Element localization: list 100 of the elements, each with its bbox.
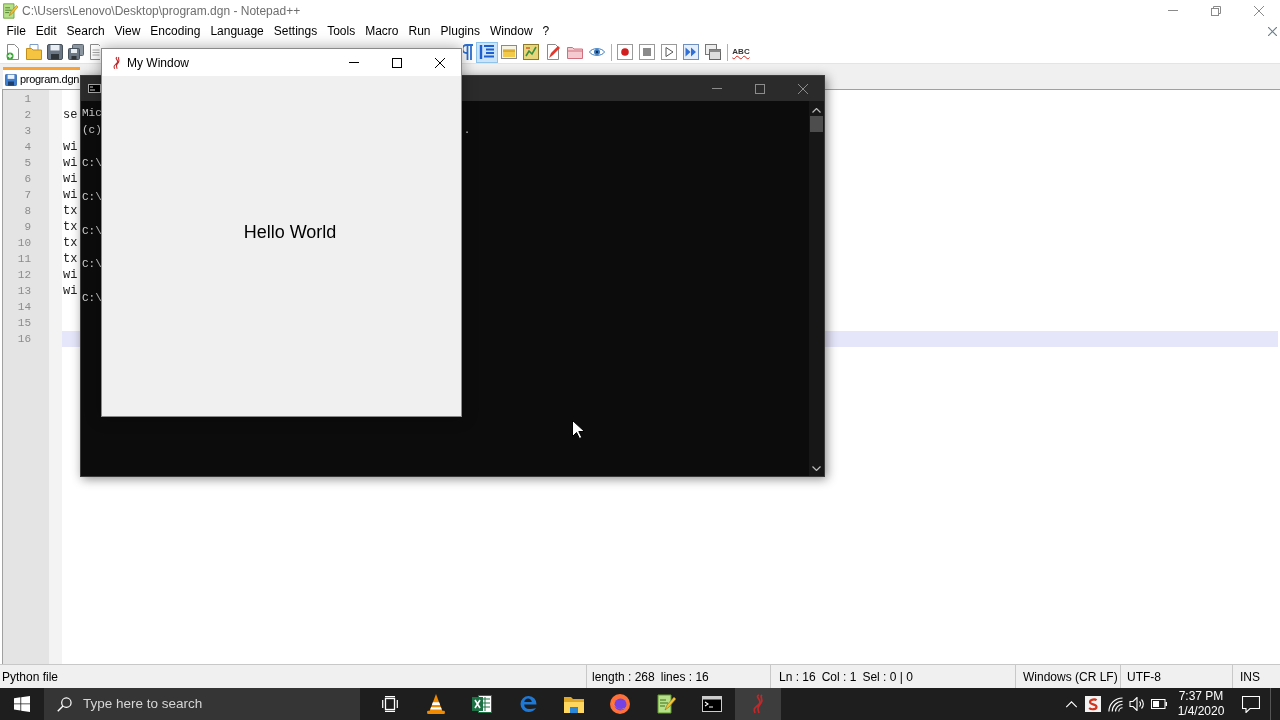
panel-icon [501,44,517,60]
menu-item[interactable]: Language [205,22,269,40]
scroll-thumb[interactable] [810,116,823,132]
start-icon [14,696,30,712]
restore-icon [1210,5,1221,16]
map-icon [523,44,539,60]
minimize-icon [711,88,722,89]
minimize-icon [348,62,359,63]
code-text: wi [63,140,78,154]
notepad-icon [2,2,18,19]
toolbar-button[interactable] [702,41,724,63]
status-text: length : 268 [592,668,655,686]
console-text: C:\ [82,190,102,205]
notification-icon [1242,695,1260,713]
window-title: C:\Users\Lenovo\Desktop\program.dgn - Notepad++ [22,2,301,20]
document-pen-icon [545,44,561,60]
new-file-icon [4,44,21,60]
toolbar-button[interactable] [462,41,476,63]
save-all-icon [67,44,84,60]
wifi-icon[interactable] [1107,696,1123,712]
line-number: 9 [23,220,32,235]
line-number: 16 [16,332,32,347]
menu-item[interactable]: Run [403,22,436,40]
code-text: se [63,108,78,122]
minimize-icon [1167,10,1178,11]
chevron-up-icon[interactable] [1064,700,1078,708]
app-icon [751,694,765,714]
code-text: wi [63,188,78,202]
code-text: wi [63,156,78,170]
menu-item[interactable]: Edit [30,22,62,40]
console-icon [88,84,101,93]
menu-item[interactable]: Plugins [435,22,485,40]
search-icon [57,696,72,712]
battery-icon[interactable] [1151,699,1167,709]
line-number: 14 [16,300,32,315]
terminal-icon [702,696,722,712]
windows-stack-icon [705,44,721,60]
indent-guide-icon [479,44,495,60]
spreadsheet-icon [472,694,492,714]
cursor-icon [572,420,584,439]
chevron-up-icon [812,108,821,113]
close-icon [434,57,445,68]
console-text: C:\ [82,156,102,172]
line-number: 8 [23,204,32,219]
status-text: lines : 16 [660,668,709,686]
toolbar-button[interactable] [476,41,498,63]
toolbar-button[interactable] [44,41,65,63]
toolbar-button[interactable] [65,41,86,63]
scrollbar[interactable] [809,101,824,476]
line-number: 4 [23,140,32,155]
line-number: 10 [16,236,32,251]
stop-icon [639,44,655,60]
line-number: 13 [16,284,32,299]
console-text: C:\ [82,290,102,306]
close-icon [1253,5,1264,16]
code-text: tx [63,220,78,234]
task-view-icon [382,696,398,712]
line-number: 11 [16,252,32,267]
menu-item[interactable]: File [1,22,31,40]
close-icon[interactable] [1268,26,1277,36]
line-number: 5 [23,156,32,171]
menu-item[interactable]: Encoding [145,22,206,40]
file-tab[interactable]: program.dgn [3,67,80,89]
window-title: My Window [127,54,189,72]
notepad-icon [656,694,676,714]
code-text: tx [63,252,78,266]
menu-item[interactable]: Search [61,22,110,40]
code-text: wi [63,284,78,298]
menu-item[interactable]: Tools [322,22,361,40]
code-text: tx [63,236,78,250]
code-text: tx [63,204,78,218]
menu-item[interactable]: Macro [360,22,404,40]
pilcrow-icon [463,44,475,60]
line-number: 6 [23,172,32,187]
browser-icon [518,694,538,714]
line-number: 2 [23,108,32,123]
play-icon [661,44,677,60]
spell-check-button[interactable]: ABC [730,41,752,63]
search-field[interactable]: Type here to search [44,688,360,720]
tray-app-icon[interactable] [1085,696,1101,712]
toolbar-button[interactable] [614,41,636,63]
console-text: Mic [82,106,102,121]
status-text: Windows (CR LF) [1023,668,1118,686]
chevron-down-icon [812,466,821,471]
console-text: C:\ [82,257,102,273]
folder-icon [567,44,583,60]
menu-item[interactable]: Settings [268,22,323,40]
save-icon [46,44,63,60]
status-text: Col : 1 [821,668,857,686]
clock[interactable]: 7:37 PM 1/4/2020 [1170,688,1232,720]
menu-item[interactable]: ? [537,22,555,40]
traffic-cone-icon [427,694,445,714]
maximize-icon [754,83,765,94]
folder-icon [25,44,42,60]
menu-item[interactable]: View [109,22,146,40]
fox-icon [610,694,630,714]
console-text: C:\ [82,223,102,239]
code-text: wi [63,268,78,282]
volume-icon[interactable] [1129,697,1145,711]
menu-item[interactable]: Window [484,22,538,40]
